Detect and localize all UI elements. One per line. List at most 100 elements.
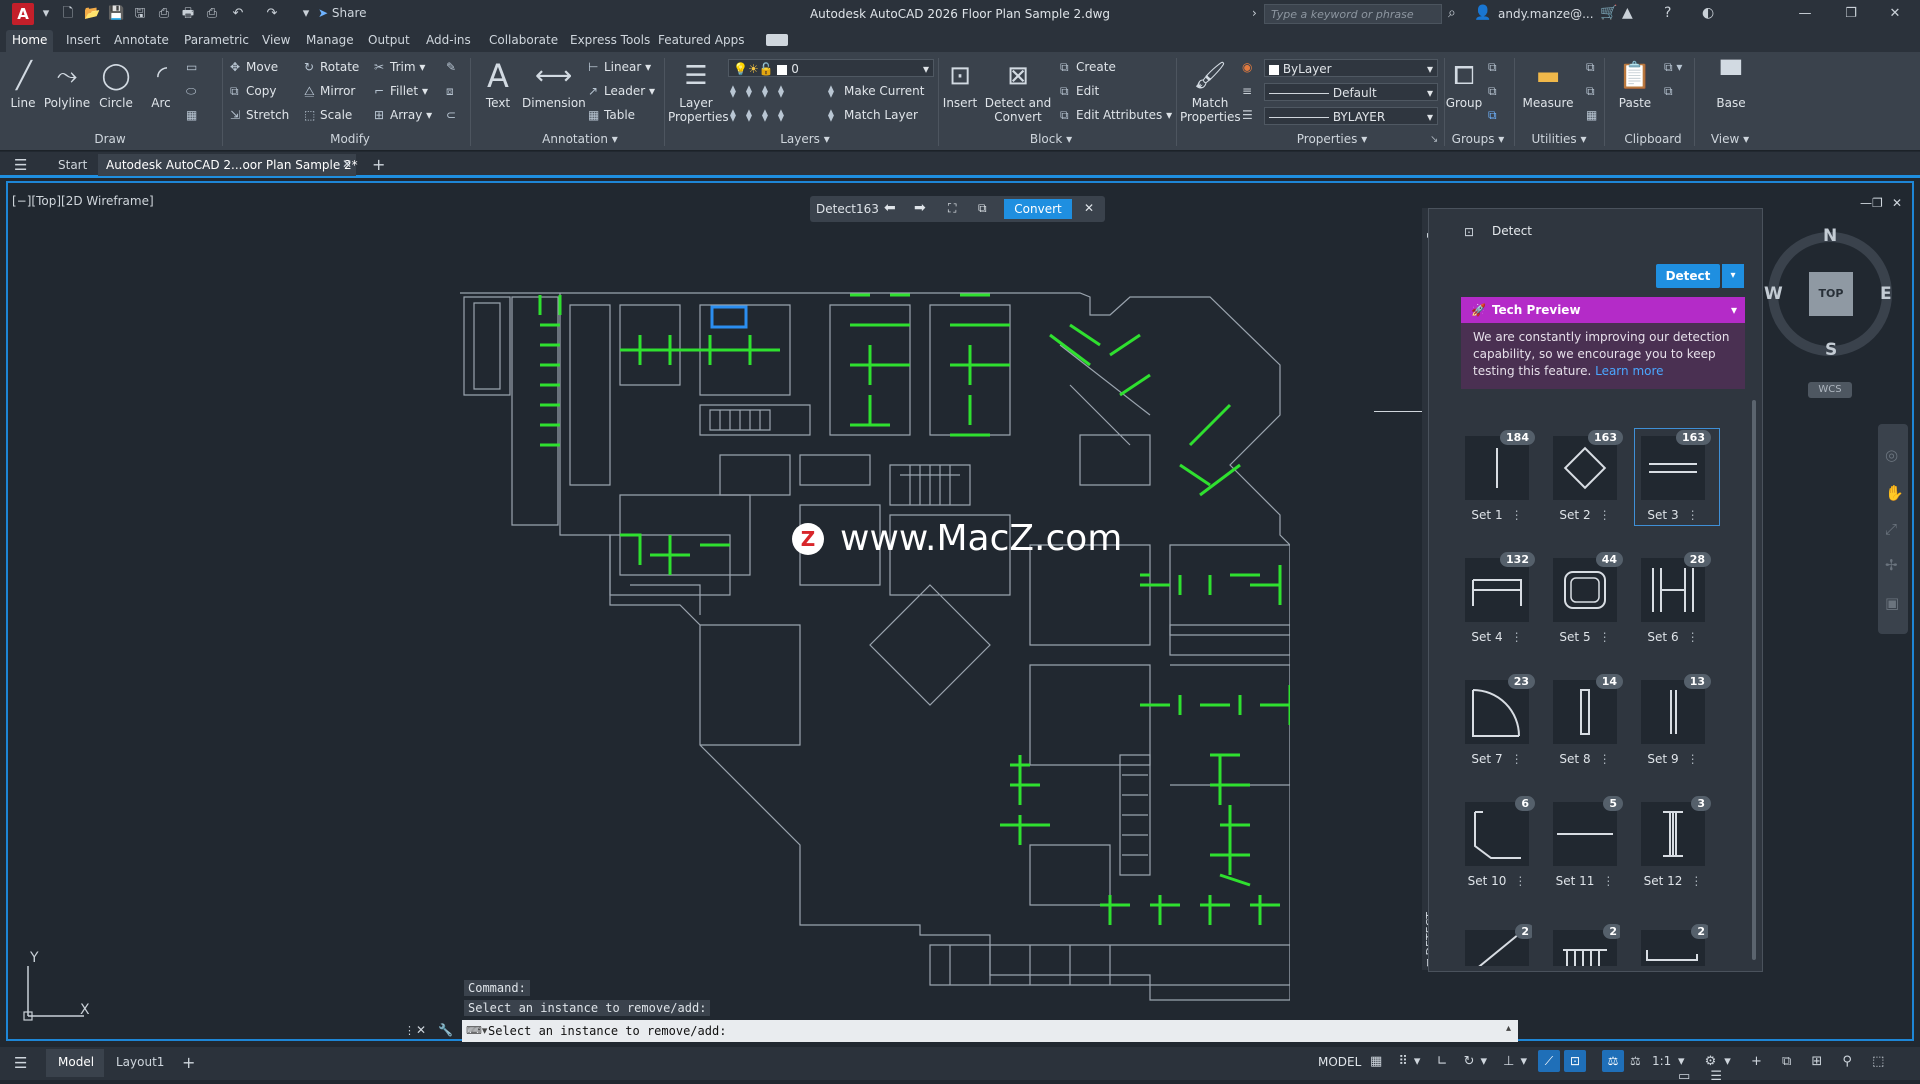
zoom-instance-icon[interactable]: ⛶	[948, 201, 956, 216]
set-tile[interactable]: 3 Set 12 ⋮	[1638, 796, 1711, 892]
detect-button[interactable]: Detect	[1656, 264, 1720, 288]
compass-west[interactable]: W	[1764, 284, 1783, 304]
tab-insert[interactable]: Insert	[66, 33, 100, 47]
layer-tools-row-1[interactable]: ⧫ ⧫ ⧫ ⧫	[730, 84, 794, 98]
learn-more-link[interactable]: Learn more	[1595, 364, 1663, 378]
more-icon[interactable]: ⋮	[1687, 630, 1699, 644]
more-icon[interactable]: ⋮	[1511, 752, 1523, 766]
steering-wheel-icon[interactable]: ◎	[1885, 446, 1898, 464]
annotation-visibility-icon[interactable]: ⚖	[1602, 1050, 1624, 1072]
detect-dropdown-icon[interactable]: ▾	[1722, 264, 1744, 288]
command-history-toggle-icon[interactable]: ▴	[1506, 1023, 1511, 1034]
help-icon[interactable]: ?	[1664, 5, 1671, 21]
showmotion-icon[interactable]: ▣	[1885, 594, 1899, 612]
more-icon[interactable]: ⋮	[1599, 630, 1611, 644]
tab-add-ins[interactable]: Add-ins	[426, 33, 471, 47]
hatch-button[interactable]: ▦	[186, 108, 202, 122]
minimize-icon[interactable]: —	[1790, 5, 1820, 23]
model-space-toggle[interactable]: MODEL	[1318, 1055, 1361, 1069]
more-icon[interactable]: ⋮	[1511, 630, 1523, 644]
rotate-button[interactable]: ↻ Rotate	[304, 60, 359, 74]
copy-clip-icon[interactable]: ⧉	[1664, 84, 1673, 99]
set-tile[interactable]: 6 Set 10 ⋮	[1462, 796, 1535, 892]
trim-button[interactable]: ✂ Trim ▾	[374, 60, 425, 74]
circle-button[interactable]: ◯ Circle	[96, 58, 136, 110]
layout1-tab[interactable]: Layout1	[116, 1055, 164, 1069]
edit-block-button[interactable]: ⧉ Edit	[1060, 84, 1099, 99]
user-account[interactable]: andy.manze@...	[1498, 7, 1594, 21]
edit-attributes-button[interactable]: ⧉ Edit Attributes ▾	[1060, 108, 1172, 123]
paste-button[interactable]: 📋 Paste	[1608, 58, 1662, 110]
command-close-icon[interactable]: ✕	[416, 1023, 426, 1037]
set-tile[interactable]: 132 Set 4 ⋮	[1462, 552, 1535, 648]
stretch-button[interactable]: ⇲ Stretch	[230, 108, 289, 122]
autodesk-a360-icon[interactable]: ▲	[1622, 5, 1633, 21]
close-tab-icon[interactable]: ✕	[342, 157, 352, 171]
new-layout-icon[interactable]: +	[182, 1053, 195, 1072]
set-tile[interactable]: 2	[1462, 924, 1532, 966]
set-tile[interactable]: 14 Set 8 ⋮	[1550, 674, 1623, 770]
more-icon[interactable]: ⋮	[1599, 508, 1611, 522]
close-detect-toolbar-icon[interactable]: ✕	[1084, 201, 1094, 215]
restore-icon[interactable]: ❐	[1836, 5, 1866, 23]
tab-featured-apps[interactable]: Featured Apps	[658, 33, 744, 47]
previous-instance-icon[interactable]: ⬅	[884, 200, 896, 216]
mirror-button[interactable]: ⧋ Mirror	[304, 84, 355, 99]
viewport-controls-label[interactable]: [−][Top][2D Wireframe]	[12, 194, 154, 208]
tab-output[interactable]: Output	[368, 33, 410, 47]
hamburger-icon[interactable]: ☰	[14, 156, 27, 174]
viewcube-top-face[interactable]: TOP	[1809, 272, 1853, 316]
detect-convert-button[interactable]: ⊠ Detect and Convert	[984, 58, 1052, 124]
command-line-input[interactable]: Select an instance to remove/add:	[462, 1020, 1518, 1042]
annotation-scale-icon[interactable]: ⚖	[1630, 1054, 1641, 1068]
explode-button[interactable]: ⧈	[446, 84, 462, 99]
status-toggle-icons[interactable]: ▦ ⠿▾ ∟ ↻▾ ⊥▾	[1370, 1054, 1533, 1069]
group-draw-label[interactable]: Draw	[60, 132, 160, 146]
palette-scrollbar[interactable]	[1752, 400, 1756, 960]
more-icon[interactable]: ⋮	[1687, 752, 1699, 766]
properties-dialog-launcher-icon[interactable]: ↘	[1430, 134, 1438, 145]
user-icon[interactable]: 👤	[1474, 5, 1491, 21]
ellipse-button[interactable]: ⬭	[186, 84, 202, 99]
group-utilities-label[interactable]: Utilities ▾	[1524, 132, 1594, 146]
viewport-close-icon[interactable]: ✕	[1892, 196, 1902, 210]
scale-button[interactable]: ⬚ Scale	[304, 108, 352, 122]
insert-button[interactable]: ⊡ Insert	[940, 58, 980, 110]
tech-preview-banner[interactable]: 🚀 Tech Preview ▾	[1461, 297, 1745, 323]
line-button[interactable]: ╱ Line	[6, 58, 40, 110]
command-customize-icon[interactable]: 🔧	[438, 1023, 453, 1037]
group-clipboard-label[interactable]: Clipboard	[1618, 132, 1688, 146]
polyline-button[interactable]: ⤳ Polyline	[42, 58, 92, 110]
layout-menu-icon[interactable]: ☰	[14, 1054, 27, 1072]
cut-icon[interactable]: ⧉ ▾	[1664, 60, 1682, 75]
wcs-menu[interactable]: WCS	[1808, 382, 1852, 398]
fillet-button[interactable]: ⌐ Fillet ▾	[374, 84, 428, 98]
viewport-restore-icon[interactable]: ❐	[1872, 196, 1883, 210]
rectangle-button[interactable]: ▭	[186, 60, 202, 74]
more-icon[interactable]: ⋮	[1690, 874, 1702, 888]
new-tab-icon[interactable]: +	[372, 155, 385, 174]
calculator-icon[interactable]: ▦	[1586, 108, 1597, 122]
help-search-input[interactable]: Type a keyword or phrase	[1264, 4, 1442, 24]
tab-express-tools[interactable]: Express Tools	[570, 33, 650, 47]
expand-search-icon[interactable]: ›	[1252, 6, 1257, 20]
next-instance-icon[interactable]: ➡	[914, 200, 926, 216]
tab-view[interactable]: View	[262, 33, 290, 47]
zoom-extents-icon[interactable]: ⤢	[1885, 520, 1897, 538]
command-grip-icon[interactable]: ⋮	[404, 1024, 415, 1037]
copy-button[interactable]: ⧉ Copy	[230, 84, 276, 99]
more-icon[interactable]: ⋮	[1599, 752, 1611, 766]
array-button[interactable]: ⊞ Array ▾	[374, 108, 432, 122]
more-icon[interactable]: ⋮	[1511, 508, 1523, 522]
color-dropdown[interactable]: ByLayer ▾	[1264, 59, 1438, 77]
set-tile[interactable]: 163 Set 2 ⋮	[1550, 430, 1623, 526]
set-tile[interactable]: 2	[1638, 924, 1708, 966]
set-tile[interactable]: 28 Set 6 ⋮	[1638, 552, 1711, 648]
tab-annotate[interactable]: Annotate	[114, 33, 169, 47]
linear-button[interactable]: ⊢ Linear ▾	[588, 60, 651, 74]
group-selection-icon[interactable]: ⧉	[1488, 108, 1497, 123]
compass-south[interactable]: S	[1825, 340, 1837, 360]
group-block-label[interactable]: Block ▾	[1016, 132, 1086, 146]
group-view-label[interactable]: View ▾	[1700, 132, 1760, 146]
make-current-button[interactable]: ⧫ Make Current	[828, 84, 925, 98]
